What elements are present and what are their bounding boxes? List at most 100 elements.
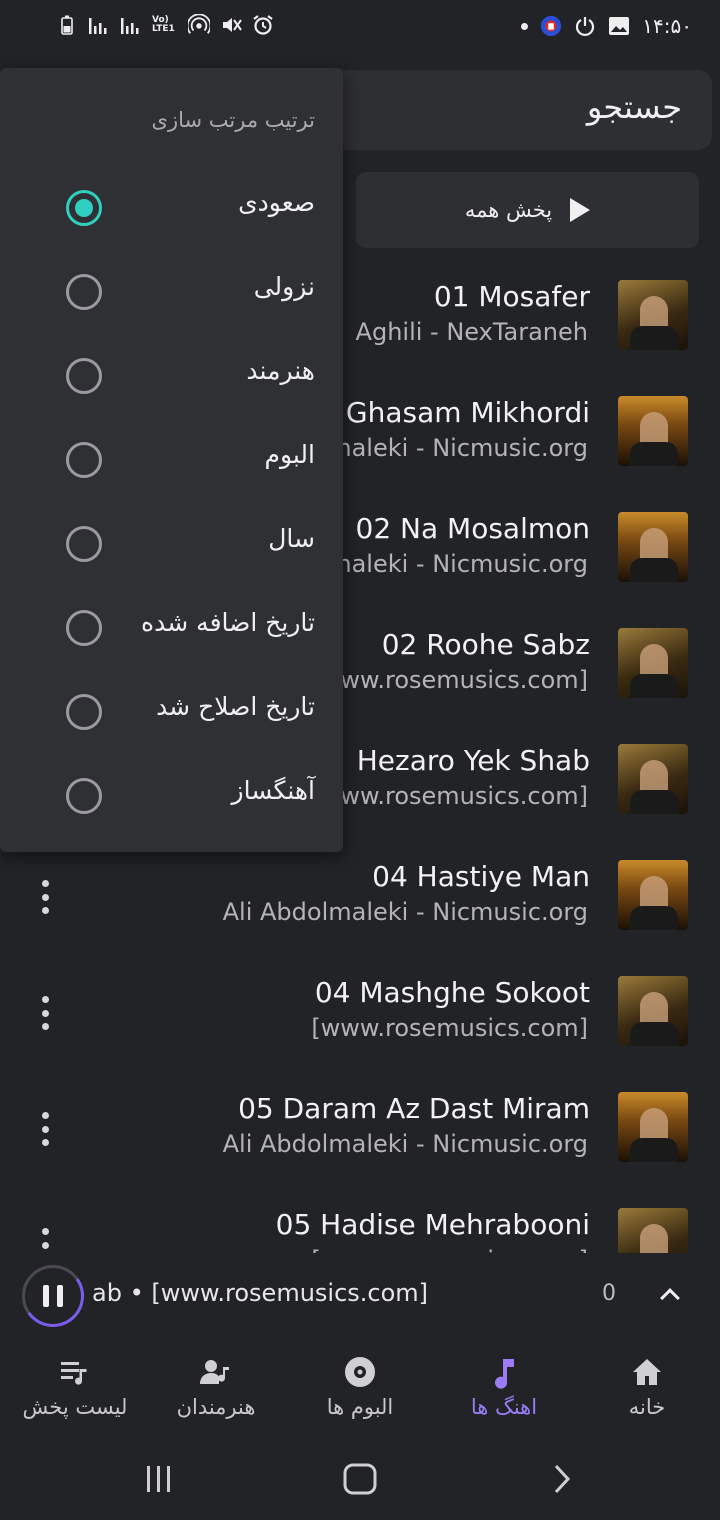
more-options-icon[interactable] (38, 996, 52, 1030)
song-title: 04 Mashghe Sokoot (314, 976, 590, 1009)
battery-icon (56, 14, 78, 36)
status-icons-left: Vo) LTE1 (56, 14, 274, 36)
song-subtitle: [www.rosemusics.com] (311, 1014, 588, 1042)
back-button[interactable] (548, 1462, 574, 1498)
mute-icon (220, 14, 242, 36)
sort-option[interactable]: سال (0, 502, 343, 586)
image-icon (608, 15, 630, 37)
song-row[interactable]: 04 Hastiye Man Ali Abdolmaleki - Nicmusic… (0, 848, 720, 964)
play-all-label: پخش همه (464, 198, 553, 222)
sort-option[interactable]: تاریخ اصلاح شد (0, 670, 343, 754)
signal-icon (88, 14, 110, 36)
nav-songs[interactable]: اهنگ ها (429, 1355, 579, 1435)
song-title: Hezaro Yek Shab (356, 744, 590, 777)
nav-artists[interactable]: هنرمندان (141, 1355, 291, 1435)
song-title: 02 Roohe Sabz (381, 628, 590, 661)
nav-albums-label: البوم ها (326, 1395, 394, 1419)
nav-albums[interactable]: البوم ها (285, 1355, 435, 1435)
play-icon (570, 198, 591, 222)
radio-unselected-icon[interactable] (66, 610, 102, 646)
status-bar: Vo) LTE1 ۱۴:۵۰ (0, 0, 720, 58)
nav-home[interactable]: خانه (572, 1355, 720, 1435)
album-art-thumbnail (618, 280, 688, 350)
radio-unselected-icon[interactable] (66, 274, 102, 310)
album-art-thumbnail (618, 396, 688, 466)
song-subtitle: ww.rosemusics.com] (340, 666, 588, 694)
expand-player-button[interactable] (658, 1283, 684, 1309)
nav-playlists[interactable]: لیست پخش (0, 1355, 150, 1435)
sort-option-label: تاریخ اصلاح شد (156, 692, 315, 721)
bottom-navigation: خانه اهنگ ها البوم ها هنرمندان لیست پخش (0, 1339, 720, 1439)
song-subtitle: maleki - Nicmusic.org (328, 550, 588, 578)
artist-icon (199, 1355, 233, 1389)
nav-playlists-label: لیست پخش (22, 1395, 128, 1419)
song-title: 05 Hadise Mehrabooni (275, 1208, 590, 1241)
search-label: جستجو (586, 88, 682, 126)
sort-option-label: نزولی (253, 272, 315, 301)
home-button[interactable] (342, 1462, 378, 1498)
sort-option-label: تاریخ اضافه شده (141, 608, 315, 637)
recent-apps-button[interactable] (144, 1462, 174, 1498)
sort-option-label: البوم (264, 440, 315, 469)
radio-unselected-icon[interactable] (66, 694, 102, 730)
sort-option[interactable]: البوم (0, 418, 343, 502)
radio-unselected-icon[interactable] (66, 526, 102, 562)
now-playing-text: ab • [www.rosemusics.com] (92, 1279, 429, 1307)
song-title: 02 Na Mosalmon (355, 512, 591, 545)
recent-apps-icon (147, 1466, 170, 1492)
more-options-icon[interactable] (38, 1228, 52, 1253)
song-subtitle: [www.rosemusics.com] (311, 1246, 588, 1253)
sort-option-label: آهنگساز (231, 776, 315, 805)
song-row[interactable]: 04 Mashghe Sokoot [www.rosemusics.com] (0, 964, 720, 1080)
radio-unselected-icon[interactable] (66, 778, 102, 814)
album-art-thumbnail (618, 1092, 688, 1162)
radio-selected-icon[interactable] (66, 190, 102, 226)
sort-option[interactable]: تاریخ اضافه شده (0, 586, 343, 670)
album-art-thumbnail (618, 628, 688, 698)
sort-option[interactable]: آهنگساز (0, 754, 343, 838)
status-icons-right: ۱۴:۵۰ (521, 14, 692, 38)
sort-option[interactable]: هنرمند (0, 334, 343, 418)
now-playing-count: 0 (602, 1281, 616, 1306)
album-art-thumbnail (618, 860, 688, 930)
more-options-icon[interactable] (38, 1112, 52, 1146)
song-row[interactable]: 05 Daram Az Dast Miram Ali Abdolmaleki - … (0, 1080, 720, 1196)
album-icon (343, 1355, 377, 1389)
more-options-icon[interactable] (38, 880, 52, 914)
vpn-icon (540, 15, 562, 37)
pause-icon (43, 1285, 63, 1307)
song-subtitle: Ali Abdolmaleki - Nicmusic.org (222, 898, 588, 926)
notification-dot (521, 22, 529, 30)
sort-option[interactable]: نزولی (0, 250, 343, 334)
hotspot-icon (188, 14, 210, 36)
album-art-thumbnail (618, 744, 688, 814)
song-subtitle: maleki - Nicmusic.org (328, 434, 588, 462)
song-row[interactable]: 05 Hadise Mehrabooni [www.rosemusics.com] (0, 1196, 720, 1253)
home-icon (630, 1355, 664, 1389)
radio-unselected-icon[interactable] (66, 358, 102, 394)
nav-home-label: خانه (628, 1395, 666, 1419)
sort-option-label: صعودی (238, 188, 315, 217)
search-bar[interactable]: جستجو (320, 70, 712, 150)
nav-artists-label: هنرمندان (176, 1395, 256, 1419)
home-square-icon (343, 1463, 377, 1495)
mini-player[interactable]: ab • [www.rosemusics.com] 0 (0, 1253, 720, 1339)
song-title: Ghasam Mikhordi (345, 396, 590, 429)
sort-option-label: هنرمند (246, 356, 315, 385)
volte-icon: Vo) LTE1 (152, 15, 175, 34)
album-art-thumbnail (618, 512, 688, 582)
playlist-icon (58, 1355, 92, 1389)
song-subtitle: Ali Abdolmaleki - Nicmusic.org (222, 1130, 588, 1158)
power-icon (574, 15, 596, 37)
radio-unselected-icon[interactable] (66, 442, 102, 478)
clock: ۱۴:۵۰ (642, 14, 692, 38)
alarm-icon (252, 14, 274, 36)
play-all-button[interactable]: پخش همه (356, 172, 699, 248)
sort-option-label: سال (268, 524, 315, 553)
sort-option[interactable]: صعودی (0, 166, 343, 250)
chevron-up-icon (660, 1288, 680, 1308)
song-title: 01 Mosafer (433, 280, 590, 313)
sort-menu-title: ترتیب مرتب سازی (151, 108, 315, 132)
pause-button[interactable] (17, 1260, 89, 1332)
song-subtitle: Aghili - NexTaraneh (355, 318, 588, 346)
